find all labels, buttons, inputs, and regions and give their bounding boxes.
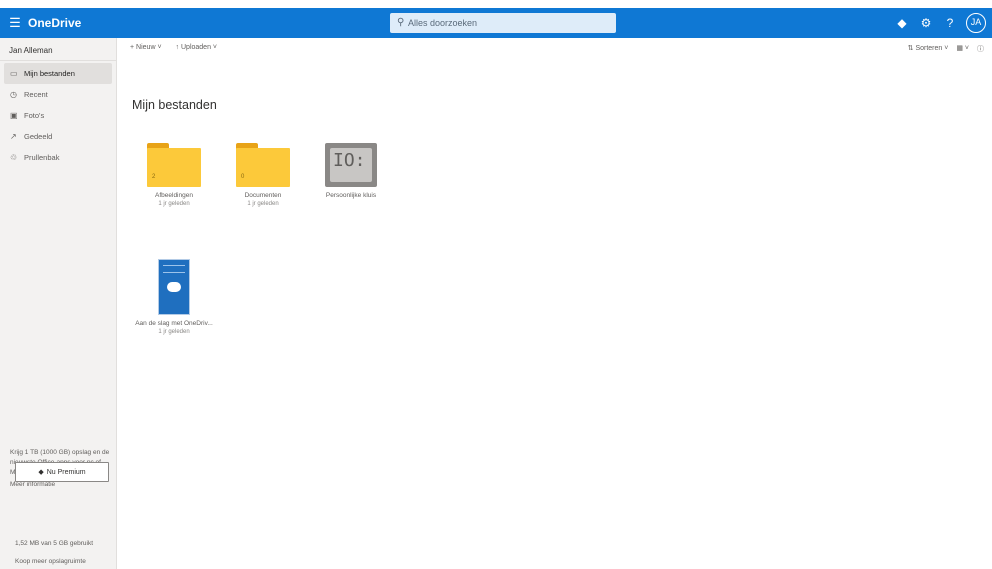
- user-name: Jan Alleman: [9, 46, 53, 55]
- new-button[interactable]: + Nieuw ˅: [130, 44, 162, 51]
- sort-icon: ⇅: [907, 45, 914, 52]
- sort-button-label: Sorteren: [915, 45, 943, 52]
- tile-modified: 1 jr geleden: [158, 329, 190, 335]
- folder-icon: 2: [147, 143, 201, 187]
- sidebar-item-label: Gedeeld: [24, 132, 53, 141]
- sort-button[interactable]: ⇅ Sorteren ˅: [908, 44, 949, 54]
- document-tile[interactable]: Aan de slag met OneDriv... 1 jr geleden: [130, 259, 218, 337]
- new-button-label: Nieuw: [136, 44, 156, 51]
- help-icon[interactable]: ?: [942, 13, 958, 33]
- folder-item-count: 0: [241, 174, 245, 180]
- command-bar: + Nieuw ˅ ↑ Uploaden ˅ ⇅ Sorteren ˅ ▦ ˅ …: [118, 38, 992, 62]
- sidebar-item-label: Mijn bestanden: [24, 69, 75, 78]
- folder-item-count: 2: [152, 174, 156, 180]
- pdf-document-icon: [158, 259, 190, 315]
- sidebar-item-label: Foto's: [24, 111, 45, 120]
- top-bar-actions: ◆ ⚙ ? JA: [894, 13, 986, 33]
- search-placeholder: Alles doorzoeken: [408, 18, 478, 28]
- premium-diamond-icon[interactable]: ◆: [894, 13, 910, 33]
- chevron-down-icon: ˅: [944, 45, 949, 52]
- sidebar-item-recent[interactable]: ◷ Recent: [4, 84, 112, 105]
- sidebar: Jan Alleman ▭ Mijn bestanden ◷ Recent ▣ …: [0, 38, 117, 569]
- app-title[interactable]: OneDrive: [28, 15, 81, 31]
- page-title: Mijn bestanden: [132, 98, 217, 112]
- storage-used[interactable]: 1,52 MB van 5 GB gebruikt: [15, 540, 93, 547]
- sidebar-item-label: Recent: [24, 90, 48, 99]
- vault-icon: IO:: [325, 143, 377, 187]
- plus-icon: +: [130, 44, 135, 51]
- vault-tile[interactable]: IO: Persoonlijke kluis: [307, 143, 395, 200]
- tile-modified: 1 jr geleden: [247, 201, 279, 207]
- sidebar-item-label: Prullenbak: [24, 153, 60, 162]
- trash-icon: ♲: [10, 153, 18, 162]
- tile-modified: 1 jr geleden: [158, 201, 190, 207]
- sidebar-item-mijn-bestanden[interactable]: ▭ Mijn bestanden: [4, 63, 112, 84]
- files-icon: ▭: [10, 69, 18, 78]
- sidebar-item-prullenbak[interactable]: ♲ Prullenbak: [4, 147, 112, 168]
- tile-name[interactable]: Afbeeldingen: [130, 191, 218, 200]
- photos-icon: ▣: [10, 111, 18, 120]
- folder-icon: 0: [236, 143, 290, 187]
- chevron-down-icon: ˅: [157, 44, 162, 51]
- sidebar-divider: [0, 60, 117, 61]
- chevron-down-icon: ˅: [212, 44, 218, 51]
- upload-button[interactable]: ↑ Uploaden ˅: [176, 44, 217, 51]
- clock-icon: ◷: [10, 90, 17, 99]
- premium-button[interactable]: ◆ Nu Premium: [15, 462, 109, 482]
- sidebar-item-gedeeld[interactable]: ↗ Gedeeld: [4, 126, 112, 147]
- app-launcher-icon[interactable]: ☰: [8, 16, 22, 30]
- tile-name[interactable]: Persoonlijke kluis: [307, 191, 395, 200]
- tile-name[interactable]: Aan de slag met OneDriv...: [130, 319, 218, 328]
- account-avatar-icon[interactable]: JA: [966, 13, 986, 33]
- folder-tile-documenten[interactable]: 0 Documenten 1 jr geleden: [219, 143, 307, 209]
- top-bar: ☰ OneDrive ⚲ Alles doorzoeken ◆ ⚙ ? JA: [0, 8, 992, 38]
- command-bar-left: + Nieuw ˅ ↑ Uploaden ˅: [130, 44, 217, 51]
- view-grid-icon[interactable]: ▦ ˅: [956, 44, 969, 54]
- premium-diamond-icon: ◆: [38, 469, 44, 476]
- buy-storage-link[interactable]: Koop meer opslagruimte: [15, 558, 86, 565]
- info-icon[interactable]: ⓘ: [977, 44, 984, 54]
- upload-icon: ↑: [175, 44, 180, 51]
- upload-button-label: Uploaden: [181, 44, 211, 51]
- sidebar-item-fotos[interactable]: ▣ Foto's: [4, 105, 112, 126]
- premium-button-label: Nu Premium: [46, 468, 86, 476]
- tile-name[interactable]: Documenten: [219, 191, 307, 200]
- command-bar-right: ⇅ Sorteren ˅ ▦ ˅ ⓘ: [908, 44, 984, 54]
- settings-gear-icon[interactable]: ⚙: [918, 13, 934, 33]
- folder-tile-afbeeldingen[interactable]: 2 Afbeeldingen 1 jr geleden: [130, 143, 218, 209]
- search-icon: ⚲: [397, 17, 405, 28]
- sidebar-nav: ▭ Mijn bestanden ◷ Recent ▣ Foto's ↗ Ged…: [4, 63, 112, 168]
- share-icon: ↗: [10, 132, 17, 141]
- search-input[interactable]: ⚲ Alles doorzoeken: [390, 13, 616, 33]
